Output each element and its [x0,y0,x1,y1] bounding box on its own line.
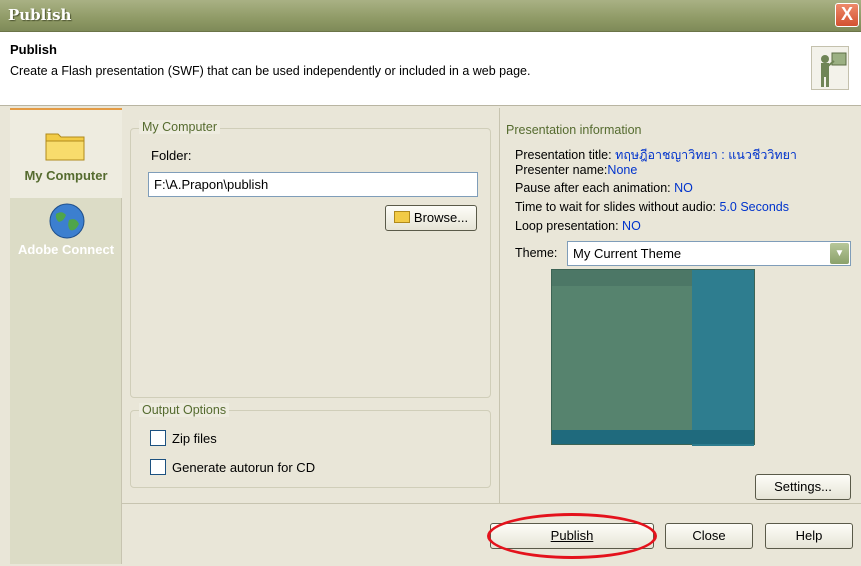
theme-preview-image [551,269,755,446]
presentation-info-heading: Presentation information [506,123,642,137]
loop-label: Loop presentation: [515,219,619,233]
pause-label: Pause after each animation: [515,181,671,195]
nav-label-adobe-connect: Adobe Connect [17,242,115,257]
nav-item-my-computer[interactable]: My Computer [10,108,122,198]
presenter-name-label: Presenter name: [515,163,608,177]
output-options-group [130,410,491,488]
zip-files-label: Zip files [172,431,217,446]
theme-select-value: My Current Theme [573,246,682,261]
theme-label: Theme: [515,246,558,260]
dialog-header: Publish Create a Flash presentation (SWF… [0,32,861,106]
pause-line: Pause after each animation: NO [515,181,693,195]
close-window-button[interactable]: X [835,3,859,27]
folder-label: Folder: [151,148,192,163]
window-title: Publish [8,6,72,24]
my-computer-legend: My Computer [139,120,221,134]
preview-sidebar [692,270,754,446]
presentation-title-value: ทฤษฎีอาชญาวิทยา : แนวชีววิทยา [615,148,797,162]
wait-time-value: 5.0 Seconds [719,200,790,214]
help-button[interactable]: Help [765,523,853,549]
title-bar: Publish X [0,0,861,32]
loop-line: Loop presentation: NO [515,219,641,233]
nav-item-adobe-connect[interactable]: Adobe Connect [10,196,122,286]
my-computer-group [130,128,491,398]
zip-files-checkbox[interactable] [150,430,166,446]
preview-playbar [552,430,754,444]
presenter-name-value: None [607,163,638,177]
output-options-legend: Output Options [139,403,230,417]
presentation-title-label: Presentation title: [515,148,612,162]
close-button[interactable]: Close [665,523,753,549]
folder-icon [44,128,86,162]
presentation-title-line: Presentation title: ทฤษฎีอาชญาวิทยา : แน… [515,145,797,165]
wait-time-line: Time to wait for slides without audio: 5… [515,200,789,214]
open-folder-icon [393,211,410,223]
nav-label-my-computer: My Computer [24,168,108,183]
pause-value: NO [674,181,693,195]
presenter-icon [811,46,849,90]
globe-icon [48,202,86,240]
autorun-label: Generate autorun for CD [172,460,316,475]
header-description: Create a Flash presentation (SWF) that c… [10,64,531,78]
wait-time-label: Time to wait for slides without audio: [515,200,717,214]
browse-button[interactable]: Browse... [385,205,477,231]
theme-select[interactable]: My Current Theme ▼ [567,241,851,266]
settings-button[interactable]: Settings... [755,474,851,500]
loop-value: NO [622,219,641,233]
publish-destination-nav: My Computer Adobe Connect [10,108,122,564]
header-title: Publish [10,42,57,57]
vertical-divider [499,108,500,503]
presenter-name-line: Presenter name:None [515,163,637,177]
footer-divider [122,503,861,504]
folder-path-input[interactable]: F:\A.Prapon\publish [148,172,478,197]
autorun-checkbox[interactable] [150,459,166,475]
chevron-down-icon[interactable]: ▼ [830,243,849,264]
browse-button-label: Browse... [413,210,469,225]
highlight-ellipse [487,513,657,559]
